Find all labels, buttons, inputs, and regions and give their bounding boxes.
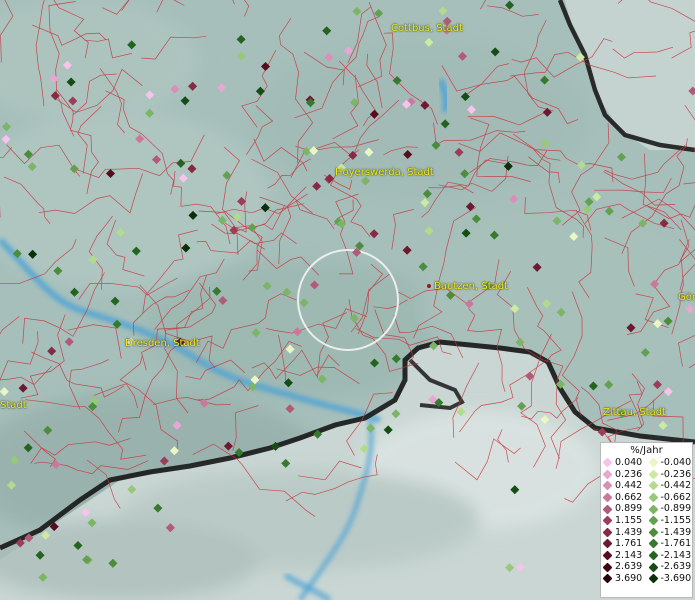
- legend-value: -2.143: [660, 549, 692, 561]
- legend-row: 1.439 -1.439: [601, 527, 692, 539]
- legend-entry-positive: 1.439: [601, 527, 647, 539]
- legend-value: 0.662: [615, 491, 643, 503]
- legend-row: 0.442 -0.442: [601, 480, 692, 492]
- legend-swatch-icon: [648, 504, 658, 515]
- legend-value: -0.899: [660, 503, 692, 515]
- legend-swatch-icon: [648, 527, 658, 538]
- legend-swatch-icon: [648, 573, 658, 584]
- legend-row: 0.040 -0.040: [601, 457, 692, 469]
- legend-value: 1.439: [615, 526, 643, 538]
- legend-entry-negative: -0.040: [647, 457, 693, 469]
- legend-entry-positive: 0.662: [601, 492, 647, 504]
- legend-value: -0.236: [660, 468, 692, 480]
- city-dot-icon: [427, 284, 431, 288]
- legend-swatch-icon: [648, 539, 658, 549]
- legend-entry-positive: 2.143: [601, 550, 647, 562]
- legend-row: 0.236 -0.236: [601, 469, 692, 481]
- legend-value: 2.639: [615, 561, 643, 573]
- legend-entry-positive: 0.040: [601, 457, 647, 469]
- legend-swatch-icon: [602, 469, 613, 480]
- legend-entry-negative: -1.155: [647, 515, 693, 527]
- legend-swatch-icon: [648, 469, 658, 480]
- map-view[interactable]: Cottbus, Stadt Hoyerswerda, Stadt Bautze…: [0, 0, 695, 600]
- legend-entry-negative: -2.639: [647, 561, 693, 573]
- legend-swatch-icon: [602, 457, 613, 468]
- legend-entry-negative: -0.662: [647, 492, 693, 504]
- legend-swatch-icon: [648, 550, 658, 561]
- legend-entry-positive: 1.155: [601, 515, 647, 527]
- terrain-layer: [0, 0, 695, 600]
- legend-swatch-icon: [602, 515, 613, 526]
- legend-value: 2.143: [615, 549, 643, 561]
- legend-row: 0.662 -0.662: [601, 492, 692, 504]
- legend-entry-negative: -1.439: [647, 527, 693, 539]
- legend-value: -1.155: [660, 514, 692, 526]
- legend-rows: 0.040 -0.040 0.236 -0.236 0.442 -0.442 0.662 -0…: [601, 457, 692, 585]
- city-label-hoyerswerda: Hoyerswerda, Stadt: [335, 167, 434, 178]
- city-label-partial-east: Gör: [678, 292, 695, 303]
- legend-value: -0.662: [660, 491, 692, 503]
- legend-swatch-icon: [602, 504, 613, 515]
- legend-swatch-icon: [602, 539, 613, 549]
- city-label-cottbus: Cottbus, Stadt: [391, 23, 463, 34]
- legend-entry-positive: 1.761: [601, 538, 647, 550]
- legend-row: 0.899 -0.899: [601, 503, 692, 515]
- legend-value: -1.439: [660, 526, 692, 538]
- legend-value: 0.040: [615, 457, 643, 468]
- legend-swatch-icon: [602, 492, 613, 503]
- legend-entry-negative: -0.236: [647, 469, 693, 481]
- legend-value: -0.040: [660, 457, 692, 468]
- city-label-bautzen: Bautzen, Stadt: [427, 281, 508, 292]
- legend-swatch-icon: [602, 481, 613, 491]
- legend-swatch-icon: [648, 492, 658, 503]
- map-legend: %/Jahr 0.040 -0.040 0.236 -0.236 0.442 -0.442…: [600, 442, 693, 598]
- legend-swatch-icon: [648, 562, 658, 573]
- legend-entry-negative: -0.442: [647, 480, 693, 492]
- legend-swatch-icon: [602, 527, 613, 538]
- legend-row: 1.761 -1.761: [601, 538, 692, 550]
- legend-entry-positive: 2.639: [601, 561, 647, 573]
- legend-value: -3.690: [660, 572, 692, 584]
- legend-row: 3.690 -3.690: [601, 573, 692, 585]
- legend-value: 1.761: [615, 538, 643, 550]
- legend-row: 1.155 -1.155: [601, 515, 692, 527]
- legend-swatch-icon: [602, 573, 613, 584]
- legend-row: 2.143 -2.143: [601, 550, 692, 562]
- legend-value: 1.155: [615, 514, 643, 526]
- legend-value: -0.442: [660, 480, 692, 492]
- legend-swatch-icon: [602, 562, 613, 573]
- legend-value: 3.690: [615, 572, 643, 584]
- city-label-dresden: Dresden, Stadt: [125, 338, 200, 349]
- legend-entry-negative: -0.899: [647, 503, 693, 515]
- legend-value: 0.236: [615, 468, 643, 480]
- city-label-zittau: Zittau, Stadt: [603, 407, 666, 418]
- city-label-partial-west: Stadt: [0, 400, 27, 411]
- legend-value: 0.899: [615, 503, 643, 515]
- legend-entry-positive: 0.442: [601, 480, 647, 492]
- legend-swatch-icon: [648, 457, 658, 468]
- legend-value: -2.639: [660, 561, 692, 573]
- legend-swatch-icon: [602, 550, 613, 561]
- legend-value: -1.761: [660, 538, 692, 550]
- legend-swatch-icon: [648, 515, 658, 526]
- legend-entry-positive: 0.236: [601, 469, 647, 481]
- legend-value: 0.442: [615, 480, 643, 492]
- legend-entry-positive: 0.899: [601, 503, 647, 515]
- legend-entry-negative: -3.690: [647, 573, 693, 585]
- legend-swatch-icon: [648, 481, 658, 491]
- legend-entry-negative: -1.761: [647, 538, 693, 550]
- legend-row: 2.639 -2.639: [601, 561, 692, 573]
- legend-title: %/Jahr: [630, 445, 663, 456]
- legend-entry-positive: 3.690: [601, 573, 647, 585]
- legend-entry-negative: -2.143: [647, 550, 693, 562]
